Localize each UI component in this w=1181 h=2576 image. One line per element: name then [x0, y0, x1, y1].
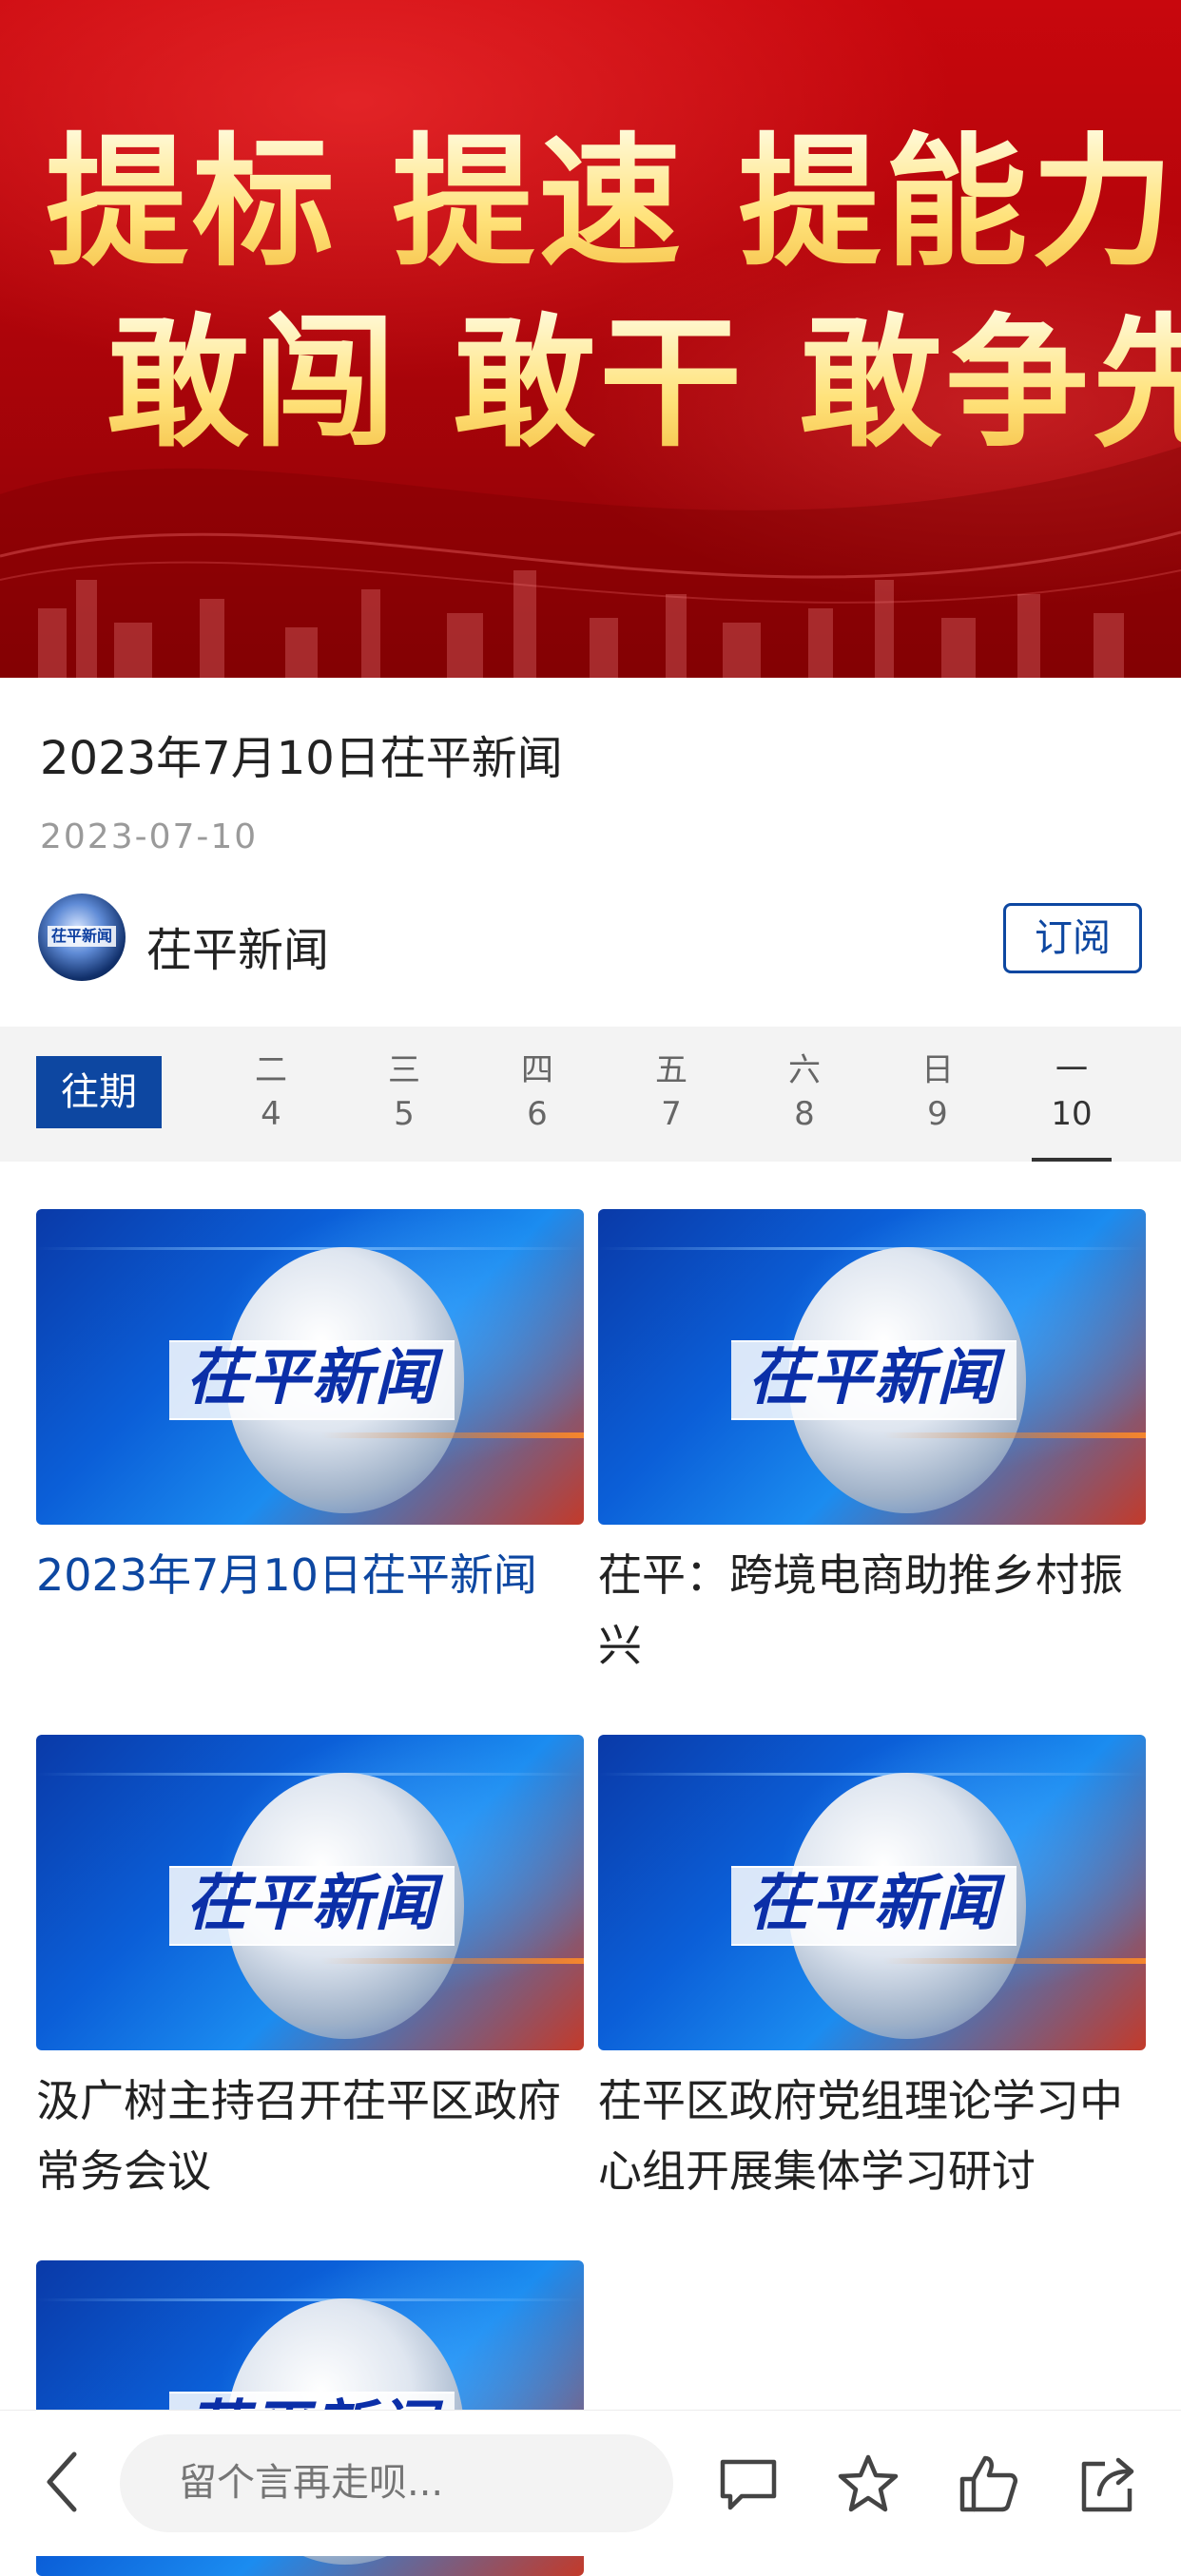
news-card-title[interactable]: 汲广树主持召开茌平区政府常务会议 — [36, 2066, 584, 2206]
past-issues-button[interactable]: 往期 — [36, 1056, 162, 1128]
date-tab-weekday: 一 — [1055, 1051, 1088, 1089]
date-tab-weekday: 四 — [521, 1051, 553, 1089]
date-tab[interactable]: 日 9 — [890, 1049, 985, 1137]
date-tab-weekday: 日 — [921, 1051, 954, 1089]
news-card[interactable]: 茌平新闻 茌平：跨境电商助推乡村振兴 — [598, 1209, 1146, 1681]
thumbnail-logo-text: 茌平新闻 — [748, 1342, 999, 1413]
date-tab[interactable]: 三 5 — [357, 1049, 452, 1137]
channel-name[interactable]: 茌平新闻 — [146, 913, 329, 979]
comment-input[interactable] — [120, 2434, 673, 2532]
thumbnail-streak — [598, 1247, 1146, 1250]
news-thumbnail[interactable]: 茌平新闻 — [36, 1735, 584, 2050]
comment-icon[interactable] — [717, 2452, 780, 2515]
back-icon[interactable] — [42, 2449, 80, 2515]
date-tab-day: 6 — [527, 1095, 548, 1133]
thumbnail-logo-text: 茌平新闻 — [186, 1342, 437, 1413]
date-tab-day: 5 — [394, 1095, 415, 1133]
thumbnail-logo-text: 茌平新闻 — [186, 1868, 437, 1939]
bottom-action-bar — [0, 2410, 1181, 2556]
channel-avatar-logo-text: 茌平新闻 — [48, 926, 116, 947]
channel-avatar[interactable]: 茌平新闻 — [38, 894, 126, 981]
star-icon[interactable] — [837, 2452, 900, 2515]
date-tab-weekday: 五 — [655, 1051, 687, 1089]
news-card-title[interactable]: 茌平区政府党组理论学习中心组开展集体学习研讨 — [598, 2066, 1146, 2206]
thumbnail-streak — [598, 1773, 1146, 1776]
date-tab-weekday: 二 — [255, 1051, 287, 1089]
thumbnail-streak — [36, 2298, 584, 2301]
date-tab-selected[interactable]: 一 10 — [1024, 1049, 1119, 1137]
article-date: 2023-07-10 — [40, 817, 259, 856]
article-title: 2023年7月10日茌平新闻 — [40, 732, 563, 785]
thumbnail-logo-text: 茌平新闻 — [748, 1868, 999, 1939]
date-tab-day: 7 — [661, 1095, 682, 1133]
date-tab-day: 8 — [794, 1095, 815, 1133]
banner-slogan-line-1: 提标 提速 提能力 — [46, 122, 1181, 283]
news-thumbnail[interactable]: 茌平新闻 — [598, 1209, 1146, 1525]
date-selector-strip: 往期 二 4 三 5 四 6 五 7 六 8 日 9 一 10 — [0, 1027, 1181, 1162]
date-tab[interactable]: 四 6 — [490, 1049, 585, 1137]
selected-date-indicator — [1032, 1158, 1112, 1162]
thumbnail-streak — [883, 1432, 1146, 1438]
banner-slogan-line-2: 敢闯 敢干 敢争先 — [106, 302, 1181, 464]
date-tab[interactable]: 五 7 — [624, 1049, 719, 1137]
thumbnail-streak — [36, 1247, 584, 1250]
thumbs-up-icon[interactable] — [957, 2452, 1019, 2515]
news-card[interactable]: 茌平新闻 茌平区政府党组理论学习中心组开展集体学习研讨 — [598, 1735, 1146, 2206]
thumbnail-streak — [321, 1958, 584, 1964]
subscribe-button[interactable]: 订阅 — [1003, 903, 1142, 973]
thumbnail-streak — [883, 1958, 1146, 1964]
thumbnail-streak — [321, 1432, 584, 1438]
thumbnail-streak — [36, 1773, 584, 1776]
hero-banner: 提标 提速 提能力 敢闯 敢干 敢争先 — [0, 0, 1181, 678]
date-tab[interactable]: 二 4 — [223, 1049, 319, 1137]
news-card-title[interactable]: 2023年7月10日茌平新闻 — [36, 1540, 584, 1610]
share-icon[interactable] — [1076, 2452, 1139, 2515]
date-tab-day: 10 — [1051, 1095, 1093, 1133]
date-tab-weekday: 六 — [788, 1051, 821, 1089]
news-card-title[interactable]: 茌平：跨境电商助推乡村振兴 — [598, 1540, 1146, 1681]
date-tab-day: 9 — [927, 1095, 948, 1133]
news-card[interactable]: 茌平新闻 汲广树主持召开茌平区政府常务会议 — [36, 1735, 584, 2206]
date-tab-day: 4 — [261, 1095, 281, 1133]
news-card[interactable]: 茌平新闻 2023年7月10日茌平新闻 — [36, 1209, 584, 1610]
date-tab[interactable]: 六 8 — [757, 1049, 852, 1137]
news-thumbnail[interactable]: 茌平新闻 — [36, 1209, 584, 1525]
news-thumbnail[interactable]: 茌平新闻 — [598, 1735, 1146, 2050]
date-tab-weekday: 三 — [388, 1051, 420, 1089]
